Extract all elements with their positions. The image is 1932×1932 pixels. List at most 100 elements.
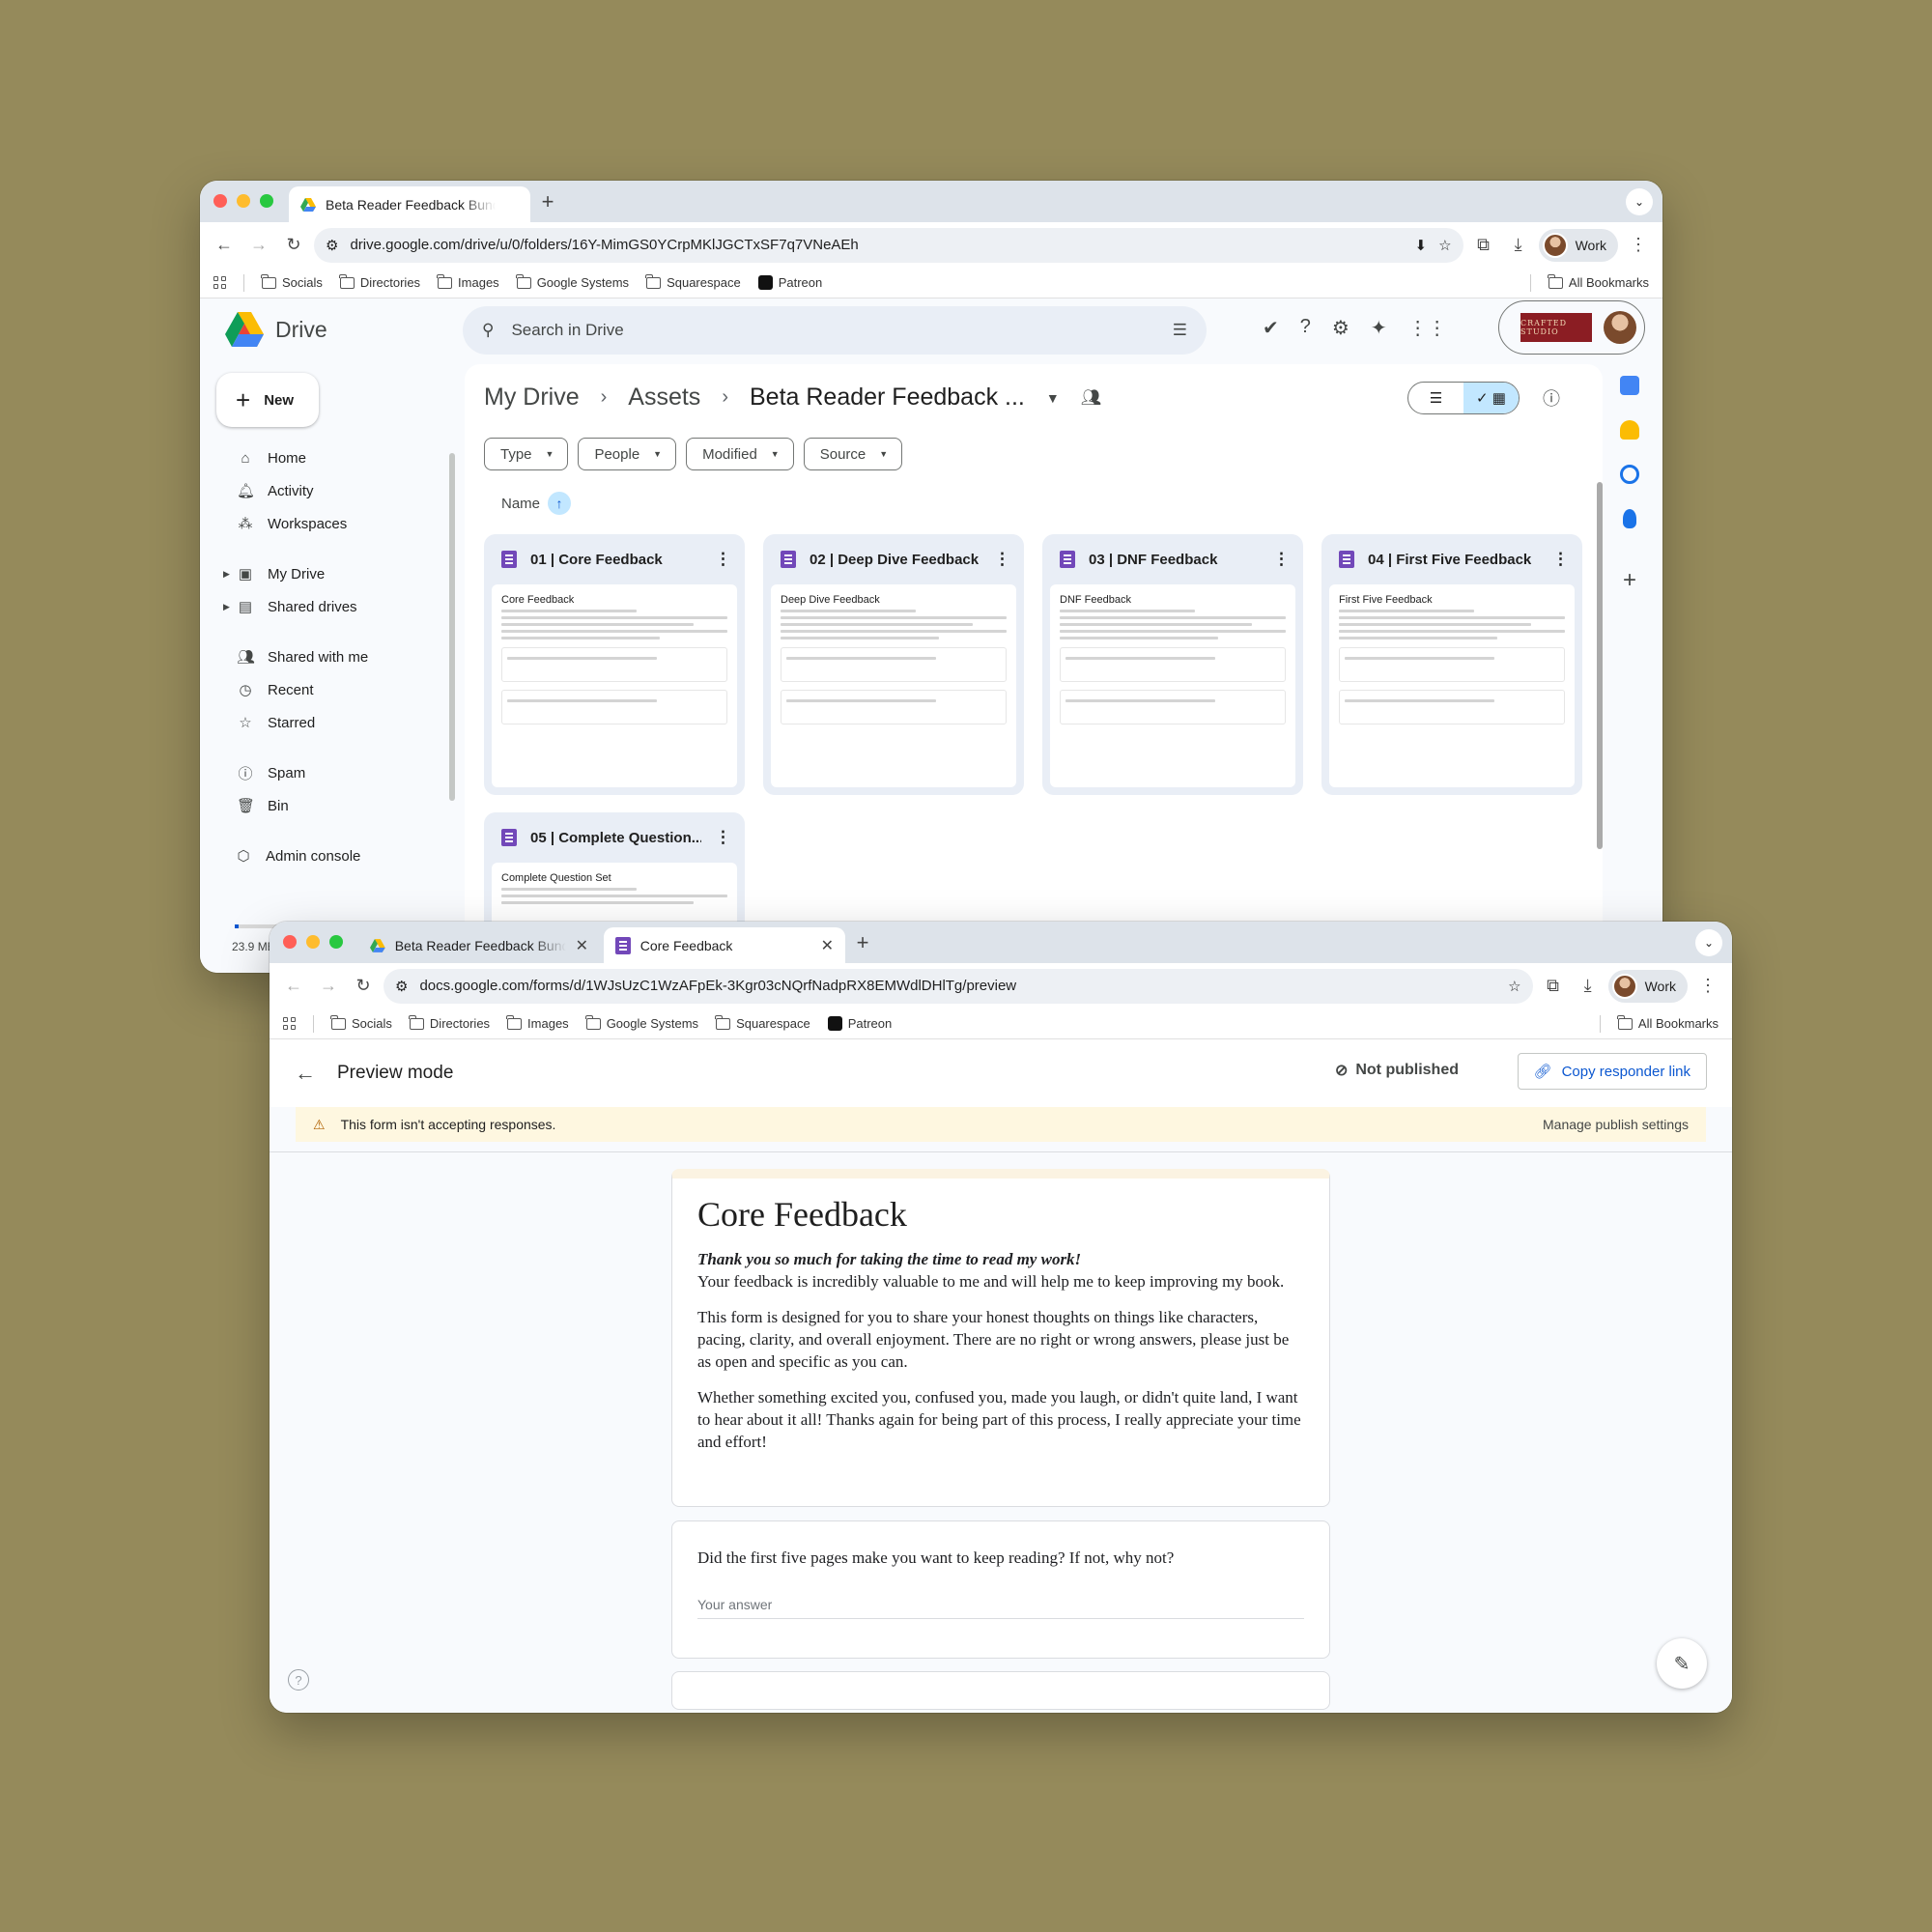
manage-publish-settings-link[interactable]: Manage publish settings bbox=[1543, 1117, 1689, 1132]
filter-modified[interactable]: Modified ▼ bbox=[686, 438, 794, 470]
search-options-icon[interactable]: ☰ bbox=[1173, 321, 1187, 340]
breadcrumb-current-folder[interactable]: Beta Reader Feedback ... bbox=[750, 384, 1025, 412]
profile-button[interactable]: Work bbox=[1607, 969, 1688, 1003]
close-tab-icon[interactable]: ✕ bbox=[576, 936, 588, 955]
zoom-window-button[interactable] bbox=[260, 194, 273, 208]
downloads-icon[interactable]: ⤓ bbox=[1504, 231, 1533, 260]
more-options-icon[interactable]: ⋮ bbox=[715, 828, 737, 847]
back-arrow-icon[interactable]: ← bbox=[295, 1061, 316, 1086]
file-card[interactable]: 02 | Deep Dive Feedback ⋮ Deep Dive Feedb… bbox=[763, 534, 1024, 795]
close-window-button[interactable] bbox=[213, 194, 227, 208]
new-tab-button[interactable]: + bbox=[534, 188, 561, 215]
forward-button[interactable]: → bbox=[314, 972, 343, 1001]
address-bar[interactable]: ⚙ docs.google.com/forms/d/1WJsUzC1WzAFpE… bbox=[384, 968, 1533, 1004]
expand-arrow-icon[interactable]: ▶ bbox=[223, 602, 230, 612]
new-button[interactable]: + New bbox=[216, 373, 319, 427]
sidebar-item-home[interactable]: ⌂ Home bbox=[200, 441, 441, 474]
apps-grid-icon[interactable] bbox=[213, 276, 226, 289]
list-view-button[interactable]: ☰ bbox=[1408, 383, 1463, 413]
search-icon[interactable]: ⚲ bbox=[482, 321, 494, 340]
sidebar-item-admin-console[interactable]: ⬡ Admin console bbox=[200, 839, 441, 872]
offline-ready-icon[interactable]: ✔ bbox=[1263, 316, 1279, 340]
folder-actions-dropdown-icon[interactable]: ▼ bbox=[1046, 390, 1060, 406]
site-settings-icon[interactable]: ⚙ bbox=[326, 237, 338, 254]
bookmark-socials[interactable]: Socials bbox=[330, 1014, 392, 1031]
all-bookmarks[interactable]: All Bookmarks bbox=[1616, 1014, 1719, 1031]
all-bookmarks[interactable]: All Bookmarks bbox=[1547, 273, 1649, 290]
details-info-icon[interactable]: ⓘ bbox=[1543, 385, 1560, 411]
apps-grid-icon[interactable] bbox=[283, 1017, 296, 1030]
drive-home-link[interactable]: Drive bbox=[225, 312, 327, 347]
minimize-window-button[interactable] bbox=[306, 935, 320, 949]
expand-arrow-icon[interactable]: ▶ bbox=[223, 569, 230, 580]
file-card[interactable]: 03 | DNF Feedback ⋮ DNF Feedback bbox=[1042, 534, 1303, 795]
bookmark-squarespace[interactable]: Squarespace bbox=[715, 1014, 810, 1031]
settings-gear-icon[interactable]: ⚙ bbox=[1332, 316, 1350, 340]
address-bar[interactable]: ⚙ drive.google.com/drive/u/0/folders/16Y… bbox=[314, 227, 1463, 263]
site-settings-icon[interactable]: ⚙ bbox=[395, 978, 408, 995]
grid-view-button[interactable]: ✓ ▦ bbox=[1463, 383, 1519, 413]
browser-menu-icon[interactable]: ⋮ bbox=[1624, 231, 1653, 260]
minimize-window-button[interactable] bbox=[237, 194, 250, 208]
get-add-ons-plus-icon[interactable]: + bbox=[1623, 567, 1636, 594]
bookmark-images[interactable]: Images bbox=[437, 273, 499, 290]
back-button[interactable]: ← bbox=[210, 231, 239, 260]
more-options-icon[interactable]: ⋮ bbox=[994, 550, 1016, 569]
bookmark-google-systems[interactable]: Google Systems bbox=[584, 1014, 698, 1031]
profile-button[interactable]: Work bbox=[1538, 228, 1618, 262]
bookmark-directories[interactable]: Directories bbox=[408, 1014, 490, 1031]
close-window-button[interactable] bbox=[283, 935, 297, 949]
sort-ascending-icon[interactable]: ↑ bbox=[548, 492, 572, 515]
sidebar-item-bin[interactable]: 🗑︎ Bin bbox=[200, 789, 441, 822]
file-card[interactable]: 04 | First Five Feedback ⋮ First Five Fee… bbox=[1321, 534, 1582, 795]
tasks-icon[interactable] bbox=[1620, 465, 1639, 484]
breadcrumb-assets[interactable]: Assets bbox=[628, 384, 700, 412]
sidebar-item-my-drive[interactable]: ▶ ▣ My Drive bbox=[200, 557, 441, 590]
tab-search-button[interactable]: ⌄ bbox=[1695, 929, 1722, 956]
downloads-icon[interactable]: ⤓ bbox=[1574, 972, 1603, 1001]
sidebar-item-workspaces[interactable]: ⁂ Workspaces bbox=[200, 507, 441, 540]
account-switcher[interactable]: CRAFTED STUDIO bbox=[1498, 300, 1645, 355]
copy-responder-link-button[interactable]: 🔗︎ Copy responder link bbox=[1517, 1053, 1707, 1090]
bookmark-images[interactable]: Images bbox=[506, 1014, 569, 1031]
reload-button[interactable]: ↻ bbox=[349, 972, 378, 1001]
close-tab-icon[interactable]: ✕ bbox=[821, 936, 834, 955]
extensions-icon[interactable]: ⧉ bbox=[1539, 972, 1568, 1001]
more-options-icon[interactable]: ⋮ bbox=[715, 550, 737, 569]
answer-input[interactable]: Your answer bbox=[697, 1597, 1304, 1619]
help-icon[interactable]: ? bbox=[288, 1669, 309, 1690]
filter-people[interactable]: People ▼ bbox=[578, 438, 677, 470]
bookmark-star-icon[interactable]: ☆ bbox=[1438, 237, 1451, 254]
tab-drive[interactable]: Beta Reader Feedback Bundle bbox=[289, 186, 530, 222]
extensions-icon[interactable]: ⧉ bbox=[1469, 231, 1498, 260]
gemini-sparkle-icon[interactable]: ✦ bbox=[1371, 316, 1387, 340]
new-tab-button[interactable]: + bbox=[849, 929, 876, 956]
google-apps-icon[interactable]: ⋮⋮ bbox=[1408, 316, 1447, 340]
more-options-icon[interactable]: ⋮ bbox=[1552, 550, 1575, 569]
shared-folder-people-icon[interactable]: 👥︎ bbox=[1081, 388, 1102, 408]
keep-icon[interactable] bbox=[1620, 420, 1639, 440]
bookmark-socials[interactable]: Socials bbox=[261, 273, 323, 290]
calendar-icon[interactable] bbox=[1620, 376, 1639, 395]
forward-button[interactable]: → bbox=[244, 231, 273, 260]
bookmark-squarespace[interactable]: Squarespace bbox=[645, 273, 741, 290]
sidebar-item-starred[interactable]: ☆ Starred bbox=[200, 706, 441, 739]
bookmark-patreon[interactable]: Patreon bbox=[827, 1016, 892, 1031]
filter-type[interactable]: Type ▼ bbox=[484, 438, 569, 470]
help-icon[interactable]: ? bbox=[1300, 316, 1311, 340]
sidebar-item-recent[interactable]: ◷ Recent bbox=[200, 673, 441, 706]
tab-core-feedback[interactable]: Core Feedback ✕ bbox=[604, 927, 845, 963]
breadcrumb-my-drive[interactable]: My Drive bbox=[484, 384, 580, 412]
reload-button[interactable]: ↻ bbox=[279, 231, 308, 260]
tab-drive[interactable]: Beta Reader Feedback Bundle ✕ bbox=[358, 927, 600, 963]
filter-source[interactable]: Source ▼ bbox=[803, 438, 903, 470]
sidebar-item-shared-drives[interactable]: ▶ ▤ Shared drives bbox=[200, 590, 441, 623]
install-app-icon[interactable]: ⬇ bbox=[1415, 237, 1428, 254]
contacts-icon[interactable] bbox=[1623, 509, 1636, 528]
tab-search-button[interactable]: ⌄ bbox=[1626, 188, 1653, 215]
sidebar-item-activity[interactable]: 🔔︎ Activity bbox=[200, 474, 441, 507]
more-options-icon[interactable]: ⋮ bbox=[1273, 550, 1295, 569]
sidebar-item-shared-with-me[interactable]: 👥︎ Shared with me bbox=[200, 640, 441, 673]
bookmark-star-icon[interactable]: ☆ bbox=[1508, 978, 1520, 995]
sidebar-scrollbar[interactable] bbox=[449, 453, 455, 801]
